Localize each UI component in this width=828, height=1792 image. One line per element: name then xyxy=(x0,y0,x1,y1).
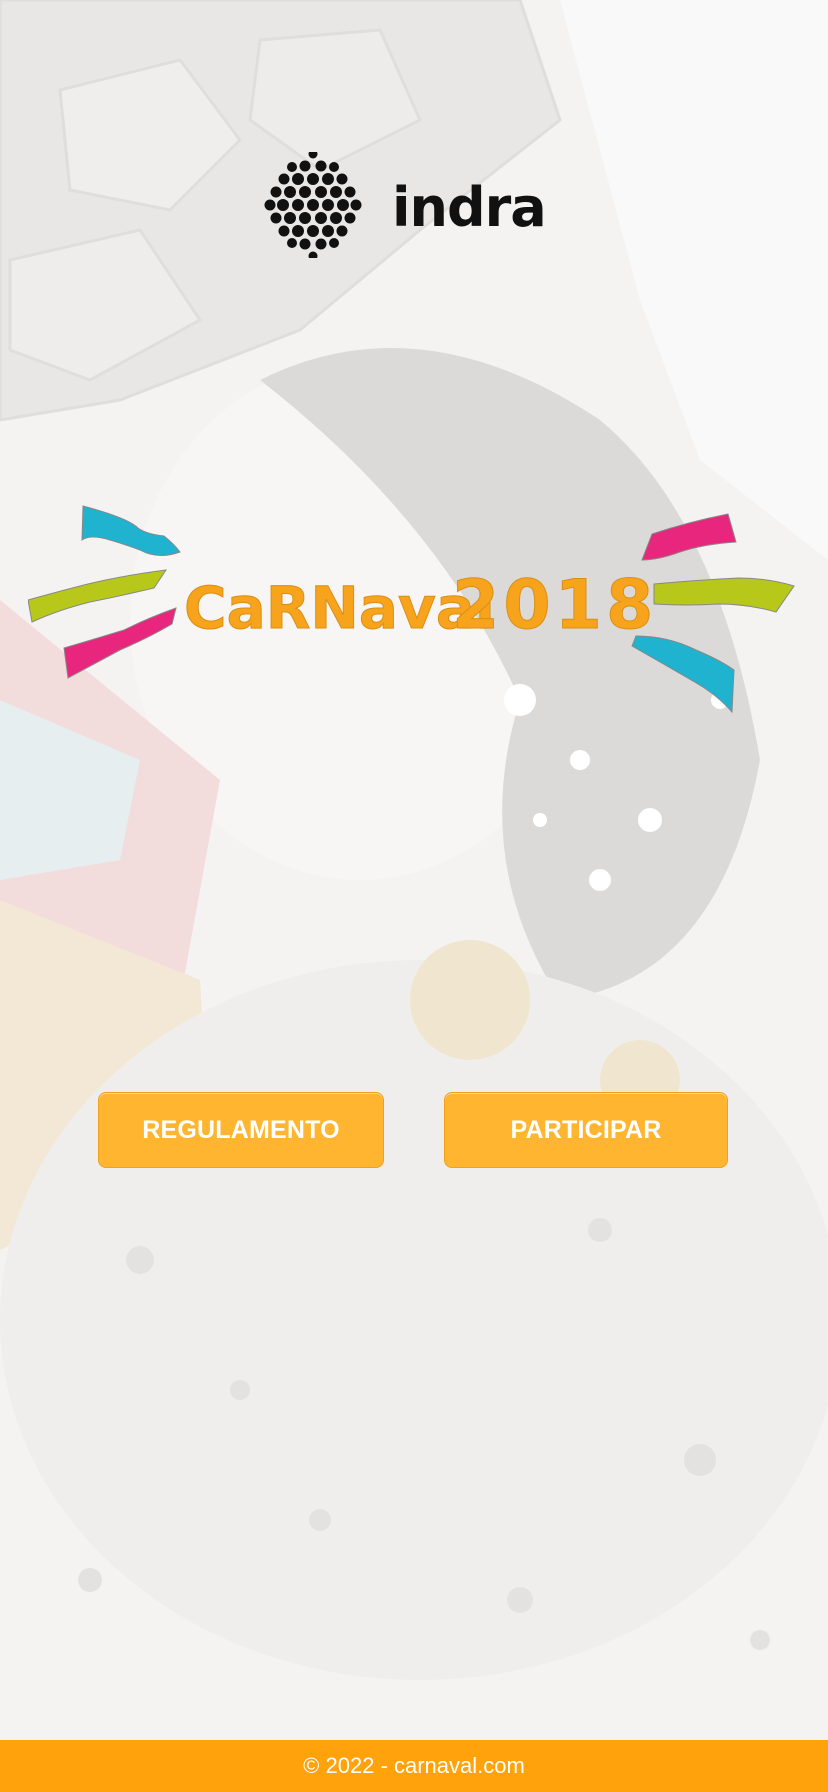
regulamento-button-label: REGULAMENTO xyxy=(142,1115,340,1144)
regulamento-button[interactable]: REGULAMENTO xyxy=(98,1092,384,1168)
footer-bar: © 2022 - carnaval.com xyxy=(0,1740,828,1792)
background-photo xyxy=(0,0,828,1740)
logo-wordmark: indra xyxy=(392,176,546,239)
carnaval-year: 2018 xyxy=(452,566,657,645)
carnaval-hero: CaRNaval 2018 xyxy=(27,500,800,720)
footer-copyright: © 2022 - carnaval.com xyxy=(303,1753,525,1778)
dotted-circle-icon: indra xyxy=(264,149,547,261)
indra-logo: indra xyxy=(262,149,566,261)
participar-button[interactable]: PARTICIPAR xyxy=(444,1092,728,1168)
carnaval-title: CaRNaval xyxy=(184,574,495,642)
left-streamers-icon xyxy=(27,505,181,679)
participar-button-label: PARTICIPAR xyxy=(510,1115,662,1144)
